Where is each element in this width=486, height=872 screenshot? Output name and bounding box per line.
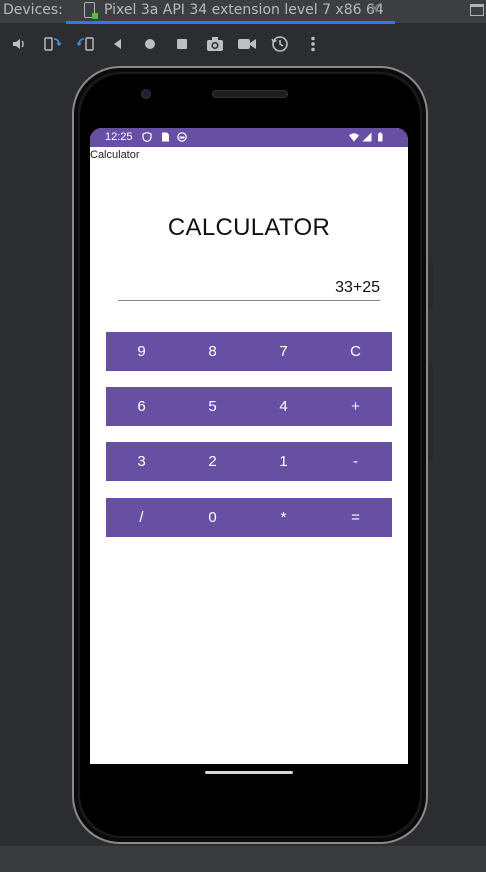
keypad-row-4: / 0 * =: [106, 498, 392, 537]
key-8[interactable]: 8: [177, 332, 248, 371]
power-button: [429, 364, 433, 462]
volume-button: [429, 262, 433, 310]
key-9[interactable]: 9: [106, 332, 177, 371]
screen-record-icon[interactable]: [237, 34, 257, 54]
emulator-toolbar: [0, 25, 486, 63]
key-7[interactable]: 7: [248, 332, 319, 371]
battery-icon: [378, 132, 383, 142]
window-restore-icon[interactable]: [470, 4, 484, 16]
front-camera: [141, 89, 151, 99]
expression-value: 33+25: [335, 279, 380, 296]
key-equals[interactable]: =: [320, 498, 391, 537]
active-tab-indicator: [66, 21, 395, 24]
key-2[interactable]: 2: [177, 442, 248, 481]
overview-icon[interactable]: [172, 34, 192, 54]
key-3[interactable]: 3: [106, 442, 177, 481]
key-5[interactable]: 5: [177, 387, 248, 426]
snapshot-restore-icon[interactable]: [270, 34, 290, 54]
status-bar: 12:25: [90, 128, 408, 147]
key-0[interactable]: 0: [177, 498, 248, 537]
shield-icon: [142, 132, 152, 142]
expression-display[interactable]: 33+25: [118, 276, 380, 301]
keypad-row-3: 3 2 1 -: [106, 442, 392, 481]
key-divide[interactable]: /: [106, 498, 177, 537]
ide-status-strip: [0, 845, 486, 872]
device-tab[interactable]: Pixel 3a API 34 extension level 7 x86 64…: [66, 0, 395, 24]
status-time: 12:25: [105, 131, 133, 143]
earpiece-speaker: [212, 90, 288, 98]
device-phone-icon: [84, 2, 98, 19]
sd-card-icon: [162, 132, 169, 142]
key-4[interactable]: 4: [248, 387, 319, 426]
rotate-right-icon[interactable]: [76, 34, 96, 54]
volume-icon[interactable]: [9, 34, 29, 54]
gesture-nav-handle[interactable]: [205, 771, 293, 774]
keypad-row-1: 9 8 7 C: [106, 332, 392, 371]
home-icon[interactable]: [140, 34, 160, 54]
key-clear[interactable]: C: [320, 332, 391, 371]
keypad-row-2: 6 5 4 +: [106, 387, 392, 426]
devices-tabbar: Devices: Pixel 3a API 34 extension level…: [0, 0, 486, 24]
app-label: Calculator: [90, 149, 140, 161]
key-6[interactable]: 6: [106, 387, 177, 426]
calculator-title: CALCULATOR: [167, 214, 331, 241]
device-tab-title: Pixel 3a API 34 extension level 7 x86 64: [104, 2, 384, 18]
wifi-icon: [349, 133, 359, 142]
close-tab-icon[interactable]: ✕: [369, 1, 381, 17]
key-1[interactable]: 1: [248, 442, 319, 481]
screenshot-camera-icon[interactable]: [205, 34, 225, 54]
key-plus[interactable]: +: [320, 387, 391, 426]
device-screen: 12:25 Calculator CALCULATOR 33+25 9 8 7 …: [90, 128, 408, 764]
rotate-left-icon[interactable]: [42, 34, 62, 54]
key-multiply[interactable]: *: [248, 498, 319, 537]
android-icon: [177, 132, 187, 142]
devices-panel-title: Devices:: [3, 2, 63, 18]
back-icon[interactable]: [108, 34, 128, 54]
more-options-icon[interactable]: [303, 34, 323, 54]
cell-signal-icon: [362, 132, 372, 142]
key-minus[interactable]: -: [320, 442, 391, 481]
